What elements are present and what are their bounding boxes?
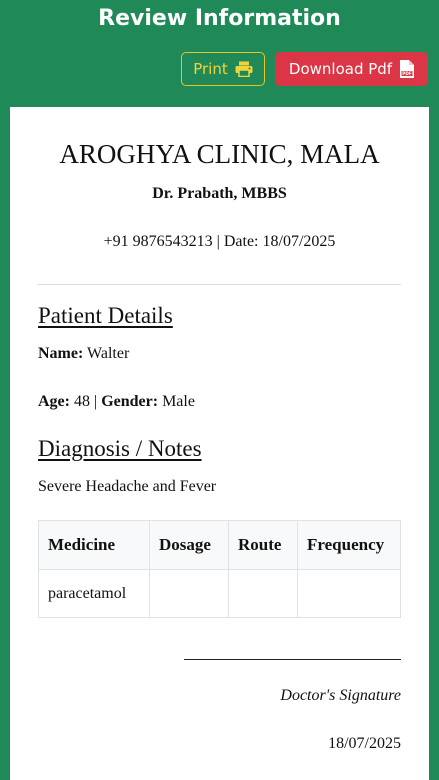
cell-medicine: paracetamol (38, 569, 150, 618)
print-button-label: Print (193, 60, 228, 78)
prescription-paper: AROGHYA CLINIC, MALA Dr. Prabath, MBBS +… (10, 107, 429, 780)
patient-age: 48 (73, 393, 90, 410)
column-header-medicine: Medicine (38, 520, 150, 570)
patient-age-label: Age: (38, 393, 70, 410)
patient-gender-label: Gender: (101, 393, 159, 410)
diagnosis-text: Severe Headache and Fever (38, 478, 217, 495)
clinic-name: AROGHYA CLINIC, MALA (59, 139, 380, 169)
doctor-name: Dr. Prabath, MBBS (152, 185, 287, 202)
signature-date: 18/07/2025 (328, 735, 401, 752)
cell-route (228, 569, 298, 618)
svg-text:PDF: PDF (402, 71, 412, 76)
patient-name-label: Name: (38, 345, 84, 362)
download-pdf-button-label: Download Pdf (288, 60, 393, 78)
prescription-date: 18/07/2025 (262, 233, 336, 250)
cell-dosage (149, 569, 229, 618)
pdf-file-icon: PDF (400, 60, 415, 78)
print-button[interactable]: Print (181, 52, 265, 86)
column-header-route: Route (228, 520, 298, 570)
patient-gender: Male (162, 393, 195, 410)
table-row: paracetamol (38, 569, 401, 618)
clinic-phone: +91 9876543213 (103, 233, 213, 250)
patient-name-line: Name: Walter (38, 345, 129, 363)
column-header-frequency: Frequency (297, 520, 401, 570)
date-label: Date: (223, 233, 259, 250)
patient-name: Walter (87, 345, 130, 362)
header-divider (38, 284, 401, 285)
age-gender-separator: | (89, 393, 102, 410)
printer-icon (235, 61, 253, 77)
patient-details-heading: Patient Details (38, 303, 173, 328)
cell-frequency (297, 569, 401, 618)
table-header-row: Medicine Dosage Route Frequency (38, 520, 401, 570)
contact-line: +91 9876543213 | Date: 18/07/2025 (10, 233, 429, 251)
medicine-table: Medicine Dosage Route Frequency paraceta… (38, 520, 401, 618)
signature-label: Doctor's Signature (280, 687, 401, 704)
download-pdf-button[interactable]: Download Pdf PDF (275, 52, 428, 86)
signature-line (184, 659, 401, 660)
contact-separator: | (212, 233, 224, 250)
diagnosis-heading: Diagnosis / Notes (38, 436, 202, 461)
column-header-dosage: Dosage (149, 520, 229, 570)
patient-age-gender-line: Age: 48 | Gender: Male (38, 393, 195, 411)
header-title: Review Information (98, 6, 341, 31)
